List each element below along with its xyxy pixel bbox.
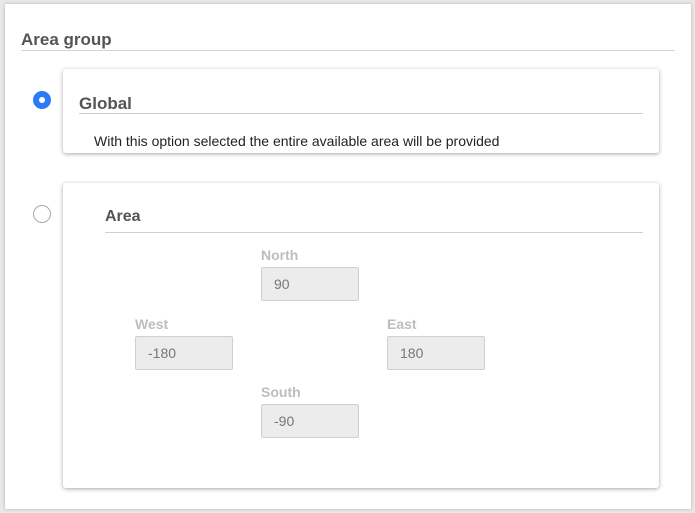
global-option-divider — [79, 113, 643, 114]
north-label: North — [261, 247, 299, 263]
area-group-title: Area group — [21, 30, 112, 49]
area-option-divider — [105, 232, 643, 233]
area-option-title: Area — [105, 208, 141, 225]
area-group-panel: Area group Global With this option selec… — [5, 4, 691, 509]
area-option-card[interactable]: Area North West East South — [63, 183, 659, 488]
east-input[interactable] — [387, 336, 485, 370]
global-radio[interactable] — [33, 91, 51, 109]
west-label: West — [135, 316, 169, 332]
south-label: South — [261, 384, 301, 400]
global-option-card[interactable]: Global With this option selected the ent… — [63, 69, 659, 153]
global-option-title: Global — [79, 94, 132, 113]
south-input[interactable] — [261, 404, 359, 438]
area-group-divider — [21, 50, 675, 51]
area-radio[interactable] — [33, 205, 51, 223]
north-input[interactable] — [261, 267, 359, 301]
global-option-description: With this option selected the entire ava… — [94, 133, 500, 149]
east-label: East — [387, 316, 417, 332]
west-input[interactable] — [135, 336, 233, 370]
